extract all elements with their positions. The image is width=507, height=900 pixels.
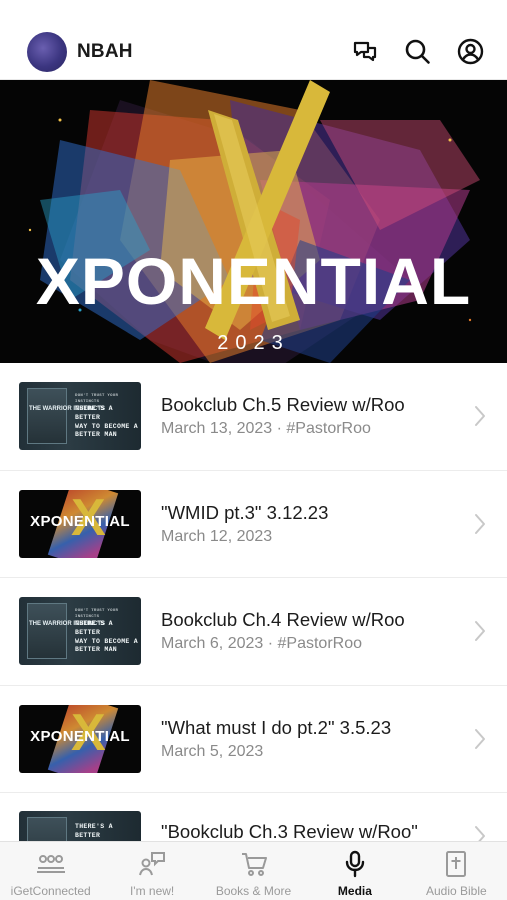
media-item-title: Bookclub Ch.5 Review w/Roo [161,394,405,416]
paint-burst-art [28,80,480,363]
bottom-tab-bar: iGetConnected I'm new! Books & More Medi… [0,841,507,900]
app-header: NBAH [0,24,507,80]
media-thumbnail: X XPONENTIAL [19,489,141,558]
tab-im-new[interactable]: I'm new! [101,842,202,900]
media-thumbnail: X XPONENTIAL [19,704,141,773]
media-item-subtitle: March 12, 2023 [161,527,273,545]
chevron-right-icon [473,728,487,750]
media-item[interactable]: X XPONENTIAL "WMID pt.3" 3.12.23 March 1… [0,470,507,578]
media-thumbnail: THERE'S A BETTER WAY TO BECOME A [19,811,141,841]
tab-label: Media [337,884,372,898]
chevron-right-icon [473,811,487,841]
media-item[interactable]: THERE'S A BETTER WAY TO BECOME A "Bookcl… [0,793,507,841]
tab-igetconnected[interactable]: iGetConnected [0,842,101,900]
tab-label: Audio Bible [425,884,487,898]
tab-media[interactable]: Media [304,842,405,900]
media-thumbnail: THE WARRIOR INSTINCTS DON'T TRUST YOUR I… [19,382,141,451]
app-title: NBAH [77,40,133,62]
media-item-title: Bookclub Ch.4 Review w/Roo [161,609,405,631]
featured-banner[interactable]: XPONENTIAL 2023 [0,80,507,363]
book-cover-image [27,817,67,841]
church-logo-avatar[interactable] [27,31,67,72]
book-cover-image [27,388,67,445]
cart-icon [240,850,268,878]
media-item[interactable]: X XPONENTIAL "What must I do pt.2" 3.5.2… [0,685,507,793]
banner-year: 2023 [217,332,290,354]
banner-title: XPONENTIAL [35,244,472,318]
thumbnail-caption: XPONENTIAL [30,727,130,745]
thumbnail-caption: DON'T TRUST YOUR INSTINCTS THERE'S A BET… [75,609,139,654]
tab-label: I'm new! [129,884,175,898]
thumbnail-caption: THERE'S A BETTER WAY TO BECOME A [75,823,138,841]
tab-label: iGetConnected [10,884,91,898]
microphone-icon [344,850,366,878]
chevron-right-icon [473,620,487,642]
search-icon[interactable] [401,35,434,68]
header-actions [348,35,487,68]
tab-books-more[interactable]: Books & More [203,842,304,900]
status-bar [0,0,507,24]
person-chat-icon [138,850,166,878]
tab-audio-bible[interactable]: Audio Bible [406,842,507,900]
media-item-title: "What must I do pt.2" 3.5.23 [161,716,392,738]
media-item[interactable]: THE WARRIOR INSTINCTS DON'T TRUST YOUR I… [0,363,507,471]
thumbnail-caption: DON'T TRUST YOUR INSTINCTS THERE'S A BET… [75,394,139,439]
tab-label: Books & More [215,884,292,898]
account-icon[interactable] [454,35,487,68]
chevron-right-icon [473,405,487,427]
chevron-right-icon [473,513,487,535]
thumbnail-caption: XPONENTIAL [30,512,130,530]
chat-icon[interactable] [348,35,381,68]
media-item-subtitle: March 6, 2023 · #PastorRoo [161,635,362,653]
media-list: THE WARRIOR INSTINCTS DON'T TRUST YOUR I… [0,363,507,841]
media-item-subtitle: March 13, 2023 · #PastorRoo [161,420,371,438]
people-group-icon [35,850,67,878]
media-item-subtitle: March 5, 2023 [161,742,264,760]
media-item[interactable]: THE WARRIOR INSTINCTS DON'T TRUST YOUR I… [0,578,507,686]
bible-icon [444,850,468,878]
media-thumbnail: THE WARRIOR INSTINCTS DON'T TRUST YOUR I… [19,597,141,666]
media-item-title: "Bookclub Ch.3 Review w/Roo" [161,821,418,841]
media-item-title: "WMID pt.3" 3.12.23 [161,501,329,523]
book-cover-image [27,603,67,660]
